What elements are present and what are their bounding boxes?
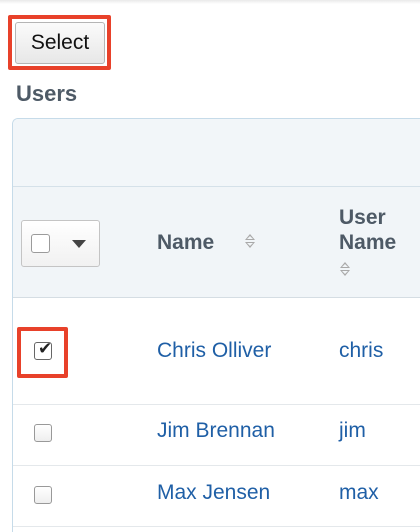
user-name-cell: chris [339,339,384,362]
users-list-page: Select Users Name User Name ✔ Chris Olli… [0,0,420,532]
user-link-name[interactable]: Max Jensen [157,481,270,505]
table-toolbar [13,119,420,187]
sort-icon[interactable] [244,233,256,249]
select-all-checkbox[interactable] [31,234,50,253]
column-header-user-name-line1: User [339,206,386,229]
sort-icon[interactable] [339,261,351,277]
users-section-title: Users [16,81,78,106]
column-header-user-name[interactable]: User Name [339,205,419,255]
select-button[interactable]: Select [15,22,105,64]
user-link-name[interactable]: Jim Brennan [157,419,275,443]
chevron-down-icon[interactable] [72,240,86,248]
user-name-cell: jim [339,419,366,442]
user-name-cell: max [339,481,379,504]
column-header-name[interactable]: Name [157,231,214,255]
row-checkbox[interactable] [34,424,52,442]
row-checkbox[interactable] [34,486,52,504]
column-header-user-name-line2: Name [339,231,397,254]
row-checkbox-highlight [17,327,68,378]
mass-select-dropdown[interactable] [21,220,100,267]
user-link-name[interactable]: Chris Olliver [157,339,271,363]
top-divider [0,0,420,4]
